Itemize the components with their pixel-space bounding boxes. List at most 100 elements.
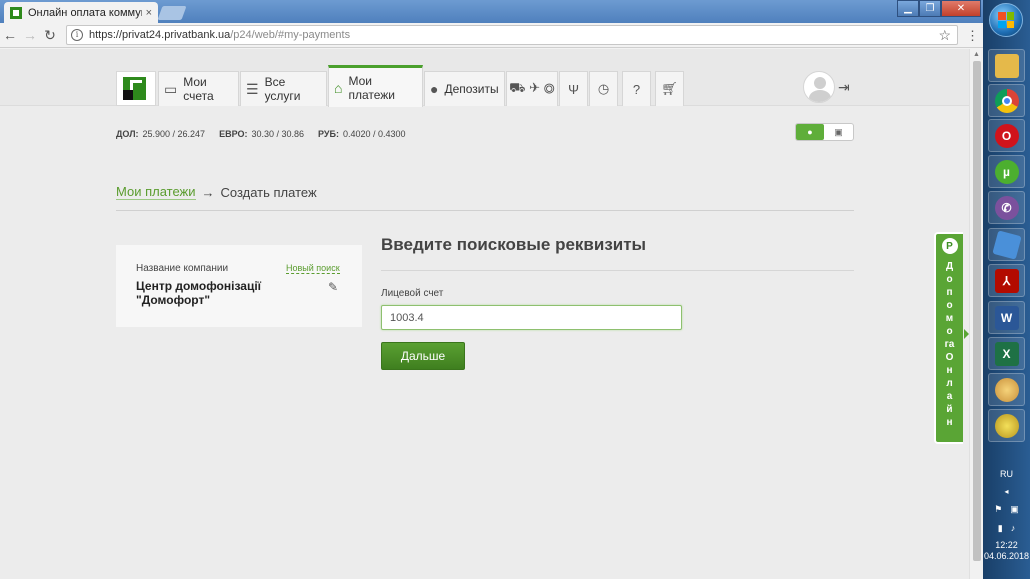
nav-label: Депозиты (444, 82, 499, 96)
nav-deposits[interactable]: ● Депозиты (424, 71, 505, 106)
reload-icon[interactable]: ↻ (40, 27, 60, 44)
taskbar-paint[interactable] (988, 373, 1025, 406)
browser-menu-icon[interactable]: ⋮ (966, 28, 979, 44)
address-bar[interactable]: i https://privat24.privatbank.ua/p24/web… (66, 25, 958, 45)
taskbar-opera[interactable]: O (988, 119, 1025, 152)
network-icon[interactable]: ▮ (998, 523, 1003, 534)
url-text: https://privat24.privatbank.ua/p24/web/#… (89, 29, 351, 41)
new-search-link[interactable]: Новый поиск (286, 263, 340, 274)
windows-taskbar: O µ ✆ ⅄ W X RU ◂ ⚑ ▣ ▮ ♪ 12:22 04.06.201… (983, 0, 1030, 579)
start-button[interactable] (989, 3, 1023, 37)
nav-label: Мои счета (183, 75, 214, 103)
person-icon[interactable]: ● (796, 124, 824, 140)
piggy-icon: ● (430, 81, 439, 97)
nav-label: Мои платежи (348, 73, 396, 102)
card-icon: ▭ (164, 80, 178, 97)
privat24-logo[interactable] (116, 71, 156, 106)
tab-strip: Онлайн оплата коммуна × ▁ ❐ ✕ (0, 0, 983, 23)
taskbar-viber[interactable]: ✆ (988, 191, 1025, 224)
company-card: Название компании Новый поиск Центр домо… (116, 245, 362, 327)
transport-icon: ⛟ ✈ ◎ (509, 80, 555, 95)
nav-help-tab[interactable]: ? (622, 71, 651, 106)
back-arrow-icon[interactable]: ← (0, 27, 20, 43)
scroll-thumb[interactable] (973, 61, 981, 561)
forward-arrow-icon[interactable]: → (20, 27, 40, 43)
avatar[interactable] (803, 71, 835, 103)
breadcrumb: Мои платежи → Создать платеж (116, 184, 317, 200)
nav-my-payments[interactable]: ⌂ Мои платежи (328, 65, 423, 107)
clock-icon: ◷ (597, 81, 610, 96)
cart-icon: 🛒︎ (661, 81, 678, 96)
volume-icon[interactable]: ♪ (1011, 523, 1016, 534)
account-number-input[interactable] (381, 305, 682, 330)
site-info-icon[interactable]: i (71, 29, 83, 41)
virtualbox-icon (991, 229, 1022, 260)
window-controls: ▁ ❐ ✕ (897, 0, 981, 17)
language-indicator[interactable]: RU (983, 469, 1030, 479)
browser-window: Онлайн оплата коммуна × ▁ ❐ ✕ ← → ↻ i ht… (0, 0, 983, 579)
close-button[interactable]: ✕ (941, 0, 981, 17)
taskbar-acrobat[interactable]: ⅄ (988, 264, 1025, 297)
exchange-rates: ДОЛ: 25.900 / 26.247 ЕВРО: 30.30 / 30.86 Р… (116, 129, 406, 139)
nav-cart-tab[interactable]: 🛒︎ (655, 71, 684, 106)
tab-title: Онлайн оплата коммуна (28, 6, 142, 19)
tab-close-icon[interactable]: × (146, 7, 152, 19)
help-icon: ? (632, 81, 641, 97)
nav-all-services[interactable]: ☰ Все услуги (240, 71, 327, 106)
briefcase-icon[interactable]: ▣ (824, 124, 853, 140)
display-icon[interactable]: ▣ (1010, 504, 1019, 515)
folder-icon (994, 53, 1019, 78)
word-icon: W (994, 305, 1019, 330)
excel-icon: X (994, 341, 1019, 366)
rate-rub: РУБ: 0.4020 / 0.4300 (318, 129, 406, 139)
flag-icon[interactable]: ⚑ (994, 504, 1002, 515)
home-icon: ⌂ (334, 79, 343, 96)
divider (381, 270, 854, 271)
account-label: Лицевой счет (381, 288, 444, 299)
nav-trident-tab[interactable]: Ψ (559, 71, 588, 106)
restore-button[interactable]: ❐ (919, 0, 941, 17)
nav-transport-tab[interactable]: ⛟ ✈ ◎ (506, 71, 558, 106)
bookmark-star-icon[interactable]: ☆ (938, 27, 951, 44)
breadcrumb-current: Создать платеж (220, 184, 317, 200)
divider (116, 210, 854, 211)
next-button[interactable]: Дальше (381, 342, 465, 370)
browser-toolbar: ← → ↻ i https://privat24.privatbank.ua/p… (0, 23, 983, 48)
online-help-label: Допомога Онлайн (944, 261, 955, 428)
nav-label: Все услуги (264, 75, 301, 103)
rate-eur: ЕВРО: 30.30 / 30.86 (219, 129, 304, 139)
taskbar-chrome[interactable] (988, 84, 1025, 117)
company-name: Центр домофонізації "Домофорт" (136, 279, 262, 307)
acrobat-icon: ⅄ (994, 268, 1019, 293)
paint-palette-icon (994, 377, 1019, 402)
taskbar-explorer[interactable] (988, 49, 1025, 82)
clock-date[interactable]: 04.06.2018 (983, 551, 1030, 561)
list-icon: ☰ (246, 80, 259, 97)
logout-icon[interactable]: ⇥ (838, 79, 850, 96)
page-content: ▭ Мои счета ☰ Все услуги ⌂ Мои платежи ●… (0, 49, 969, 579)
nav-my-accounts[interactable]: ▭ Мои счета (158, 71, 239, 106)
privat24-favicon-icon (10, 6, 22, 19)
minimize-button[interactable]: ▁ (897, 0, 919, 17)
taskbar-excel[interactable]: X (988, 337, 1025, 370)
scroll-up-icon[interactable]: ▲ (970, 51, 983, 58)
utorrent-icon: µ (994, 159, 1019, 184)
rate-usd: ДОЛ: 25.900 / 26.247 (116, 129, 206, 139)
pencil-icon[interactable]: ✎ (328, 280, 338, 294)
opera-icon: O (994, 123, 1019, 148)
coins-icon (994, 413, 1019, 438)
taskbar-virtualbox[interactable] (988, 228, 1025, 261)
page-scrollbar[interactable]: ▲ (969, 49, 983, 579)
taskbar-utorrent[interactable]: µ (988, 155, 1025, 188)
account-type-switch[interactable]: ● ▣ (795, 123, 854, 141)
browser-tab[interactable]: Онлайн оплата коммуна × (4, 2, 158, 23)
nav-clock-tab[interactable]: ◷ (589, 71, 618, 106)
viber-icon: ✆ (994, 195, 1019, 220)
new-tab-button[interactable] (157, 6, 187, 20)
taskbar-word[interactable]: W (988, 301, 1025, 334)
online-help-widget[interactable]: P Допомога Онлайн (934, 232, 963, 444)
breadcrumb-my-payments-link[interactable]: Мои платежи (116, 184, 196, 200)
taskbar-coins-app[interactable] (988, 409, 1025, 442)
clock-time[interactable]: 12:22 (983, 540, 1030, 550)
tray-expand-icon[interactable]: ◂ (983, 487, 1030, 496)
